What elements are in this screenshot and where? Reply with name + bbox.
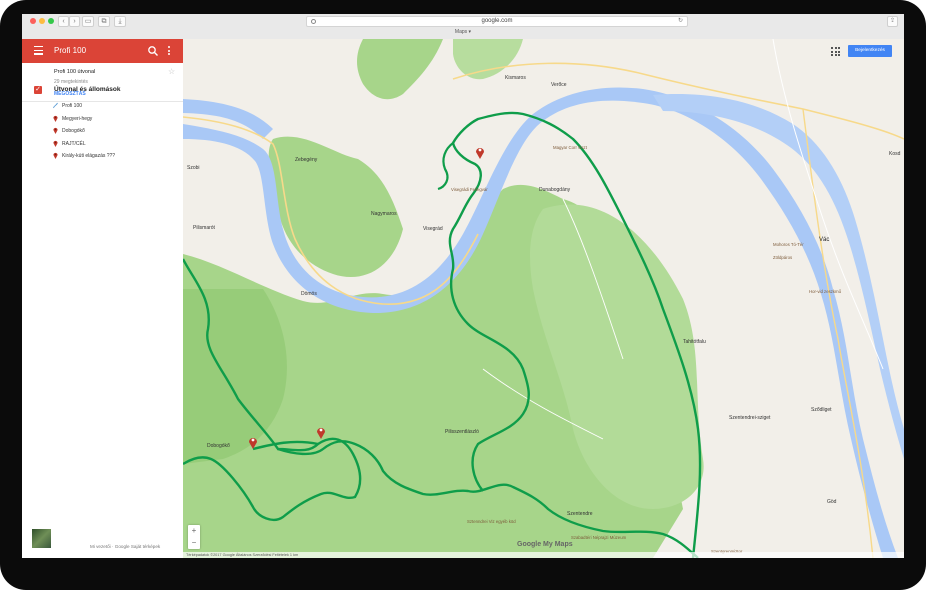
back-button[interactable]: ‹ bbox=[58, 16, 69, 27]
route-icon bbox=[53, 102, 58, 109]
sidebar-footer: Mi vezetői · Google Saját térképek bbox=[90, 544, 161, 549]
forward-button[interactable]: › bbox=[69, 16, 80, 27]
map-label: Dunabogdány bbox=[539, 187, 571, 193]
zoom-out-button[interactable]: − bbox=[188, 537, 200, 549]
search-icon[interactable] bbox=[147, 45, 159, 57]
map-label: Zöldpáros bbox=[773, 255, 793, 260]
map-label: Szobi bbox=[187, 165, 200, 171]
route-line bbox=[437, 142, 454, 191]
google-logo: Google My Maps bbox=[517, 541, 573, 548]
map-label: Zebegény bbox=[295, 157, 318, 163]
map-pin-icon bbox=[53, 115, 58, 122]
reload-icon[interactable]: ↻ bbox=[678, 17, 683, 26]
share-icon[interactable]: ⇪ bbox=[887, 16, 898, 27]
address-bar[interactable]: google.com ↻ bbox=[306, 16, 688, 27]
map-label: Visegrád bbox=[423, 226, 443, 232]
list-item-label: Megyeri-hegy bbox=[62, 115, 93, 122]
map-views: 29 megtekintés bbox=[54, 79, 88, 85]
map-label: Szentendrei-sziget bbox=[729, 415, 771, 421]
map-label: Sztenndrei Viz egyéb köd bbox=[467, 519, 516, 524]
map-label: Dobogókő bbox=[207, 443, 230, 449]
map-label: Hor-vid zeszkmű bbox=[809, 289, 841, 294]
base-map-thumbnail[interactable] bbox=[32, 529, 51, 548]
device-frame: ‹ › ▭ ⧉ ⤓ google.com ↻ ⇪ Maps ▾ Profi 10… bbox=[0, 0, 926, 590]
map-label: Visegrádi Fellegvár bbox=[451, 187, 488, 192]
download-icon[interactable]: ⤓ bbox=[114, 16, 126, 27]
map-graphic[interactable] bbox=[183, 39, 904, 558]
maximize-window-button[interactable] bbox=[48, 18, 54, 24]
map-label: Vác bbox=[819, 237, 830, 243]
list-item-label: RAJT/CÉL bbox=[62, 140, 86, 147]
map-label: Pilismarót bbox=[193, 225, 215, 231]
map-label: Göd bbox=[827, 499, 837, 505]
layer-checkbox[interactable]: ✓ bbox=[34, 86, 42, 94]
map-copyright: Térképadatok ©2017 Google Általános Szer… bbox=[183, 552, 904, 558]
list-item-label: Dobogókő bbox=[62, 128, 85, 134]
forest-area bbox=[357, 39, 443, 100]
layer-title: Útvonal és állomások bbox=[54, 86, 121, 93]
map-label: Mohoros Tó-Tér bbox=[773, 242, 804, 247]
maps-sidebar: Profi 100 Profi 100 útvonal 29 megtekint… bbox=[22, 39, 184, 558]
tabs-overview-icon[interactable]: ⧉ bbox=[98, 16, 110, 27]
map-pin-icon bbox=[53, 127, 58, 134]
url-text: google.com bbox=[481, 18, 513, 24]
forest-area bbox=[453, 39, 523, 80]
minimize-window-button[interactable] bbox=[39, 18, 45, 24]
sidebar-toggle-icon[interactable]: ▭ bbox=[82, 16, 94, 27]
list-item-label: Király-kúti elágazás ??? bbox=[62, 153, 116, 159]
map-label: Dömös bbox=[301, 291, 317, 297]
map-label: Magyar Corr Oszt bbox=[553, 145, 587, 150]
more-options-icon[interactable] bbox=[166, 45, 172, 57]
menu-icon[interactable] bbox=[34, 46, 43, 55]
browser-window: ‹ › ▭ ⧉ ⤓ google.com ↻ ⇪ Maps ▾ Profi 10… bbox=[22, 14, 904, 558]
star-icon[interactable]: ☆ bbox=[168, 67, 175, 76]
browser-toolbar: ‹ › ▭ ⧉ ⤓ google.com ↻ ⇪ Maps ▾ bbox=[22, 14, 904, 40]
sign-in-button[interactable]: Bejelentkezés bbox=[848, 45, 892, 57]
map-pin-icon bbox=[53, 140, 58, 147]
list-item-label: Profi 100 bbox=[62, 103, 83, 109]
map-label: Pilisszentlászló bbox=[445, 429, 479, 435]
map-pin-icon bbox=[53, 152, 58, 159]
map-label: Nagymaros bbox=[371, 211, 397, 217]
map-label: Kosd bbox=[889, 151, 901, 157]
close-window-button[interactable] bbox=[30, 18, 36, 24]
sidebar-header: Profi 100 bbox=[22, 39, 183, 63]
map-label: Szabadtéri Néprajzi Múzeum bbox=[571, 535, 627, 540]
zoom-control: + − bbox=[188, 525, 200, 549]
map-label: Tahitótfalu bbox=[683, 339, 706, 345]
tab-title[interactable]: Maps ▾ bbox=[22, 29, 904, 35]
map-canvas[interactable]: Kismaros Verőce Nagymaros Visegrád Dömös… bbox=[183, 39, 904, 558]
zoom-in-button[interactable]: + bbox=[188, 525, 200, 537]
map-label: Szentendre bbox=[567, 511, 593, 517]
map-label: Verőce bbox=[551, 82, 567, 88]
sidebar-title: Profi 100 bbox=[54, 46, 87, 55]
map-pin-icon[interactable] bbox=[476, 148, 484, 159]
map-name: Profi 100 útvonal bbox=[54, 69, 96, 75]
map-info-panel: Profi 100 útvonal 29 megtekintés MEGOSZT… bbox=[22, 63, 183, 102]
map-label: Kismaros bbox=[505, 75, 526, 81]
map-label: Sződliget bbox=[811, 407, 832, 413]
apps-grid-icon[interactable] bbox=[831, 47, 840, 56]
